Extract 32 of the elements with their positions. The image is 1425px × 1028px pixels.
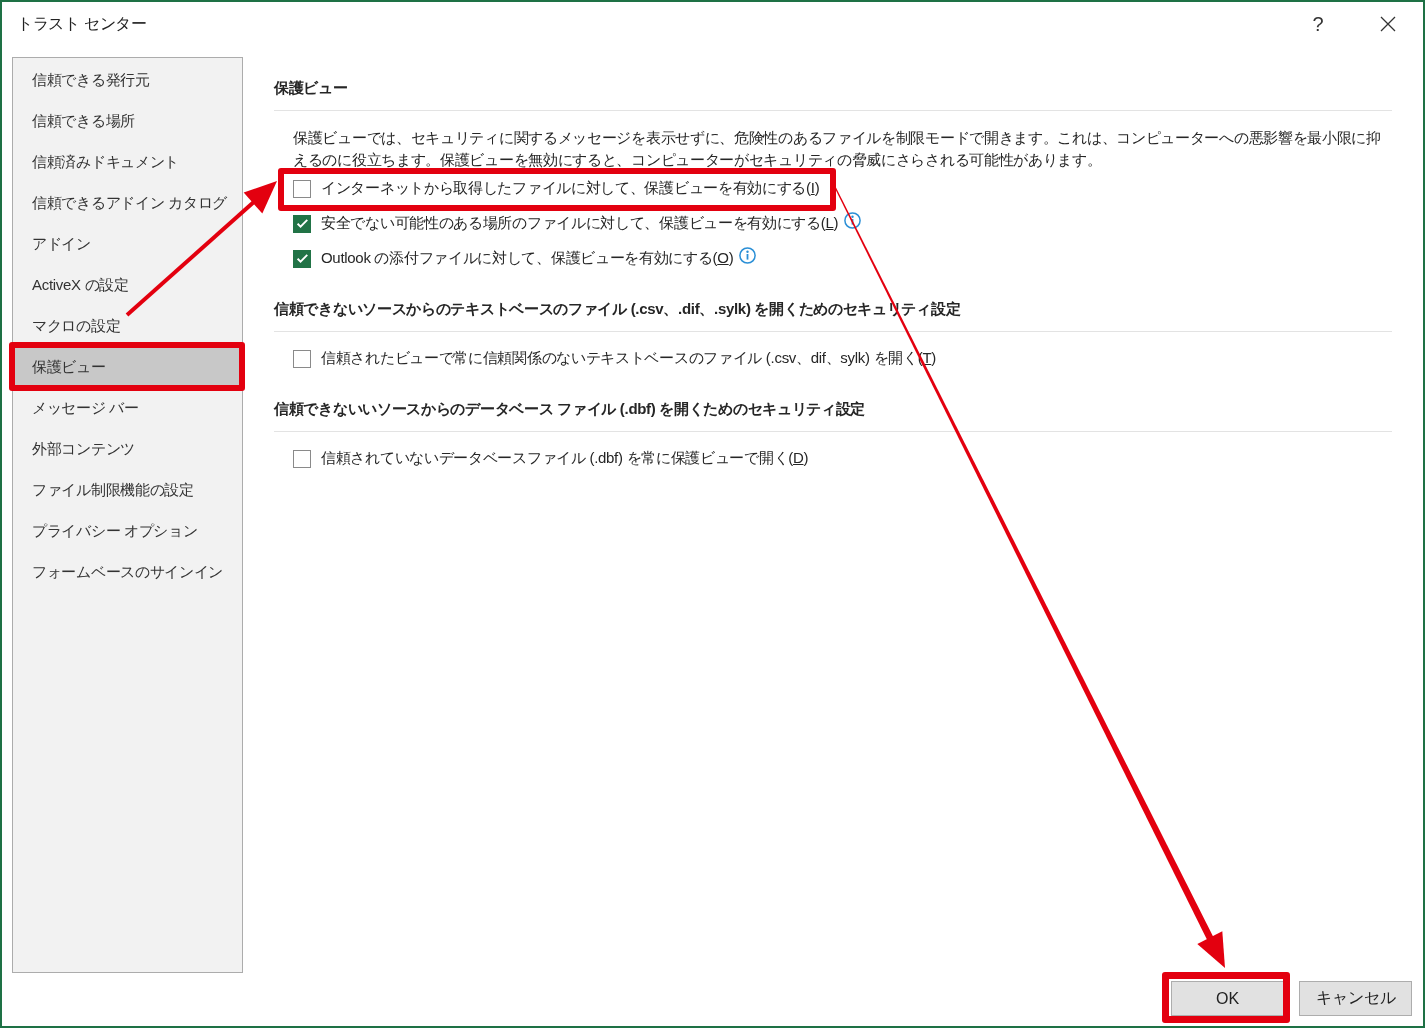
sidebar-item[interactable]: プライバシー オプション [13,510,242,551]
close-icon [1380,16,1396,32]
info-icon[interactable] [739,247,757,264]
help-button[interactable]: ? [1298,4,1338,44]
section-heading: 信頼できないいソースからのデータベース ファイル (.dbf) を開くためのセキュリティ設定 [274,399,867,419]
description-text: 保護ビューでは、セキュリティに関するメッセージを表示せずに、危険性のあるファイルを制限モードで開きます。これは、コンピューターへの悪影響を最小限に抑えるのに役立ちます。保護ビューを無効にすると、コンピューターがセキュリティの脅威にさらされる可能性があります。 [293,128,1382,170]
checkbox-label: インターネットから取得したファイルに対して、保護ビューを有効にする(I) [321,179,820,198]
checkbox[interactable] [293,349,311,368]
sidebar-item[interactable]: ActiveX の設定 [13,264,242,305]
section-heading: 保護ビュー [274,78,349,98]
checkbox[interactable] [293,449,311,468]
checkbox[interactable] [293,214,311,233]
sidebar-item[interactable]: マクロの設定 [13,305,242,346]
sidebar-item[interactable]: アドイン [13,223,242,264]
dialog-button[interactable]: OK [1171,981,1284,1016]
checkmark-icon [296,254,308,263]
checkbox-label: Outlook の添付ファイルに対して、保護ビューを有効にする(O) [321,249,734,268]
sidebar-item[interactable]: メッセージ バー [13,387,242,428]
sidebar-item[interactable]: 信頼できる発行元 [13,59,242,100]
sidebar-item[interactable]: フォームベースのサインイン [13,551,242,592]
sidebar-item[interactable]: 信頼できるアドイン カタログ [13,182,242,223]
dialog-button[interactable]: キャンセル [1299,981,1412,1016]
sidebar-item[interactable]: 外部コンテンツ [13,428,242,469]
window-title: トラスト センター [17,14,147,34]
sidebar-item[interactable]: 信頼できる場所 [13,100,242,141]
checkbox[interactable] [293,249,311,268]
sidebar-item[interactable]: 信頼済みドキュメント [13,141,242,182]
checkbox-label: 信頼されていないデータベースファイル (.dbf) を常に保護ビューで開く(D) [321,449,809,468]
checkmark-icon [296,219,308,228]
checkbox-label: 安全でない可能性のある場所のファイルに対して、保護ビューを有効にする(L) [321,214,839,233]
sidebar-item[interactable]: ファイル制限機能の設定 [13,469,242,510]
checkbox[interactable] [293,179,311,198]
